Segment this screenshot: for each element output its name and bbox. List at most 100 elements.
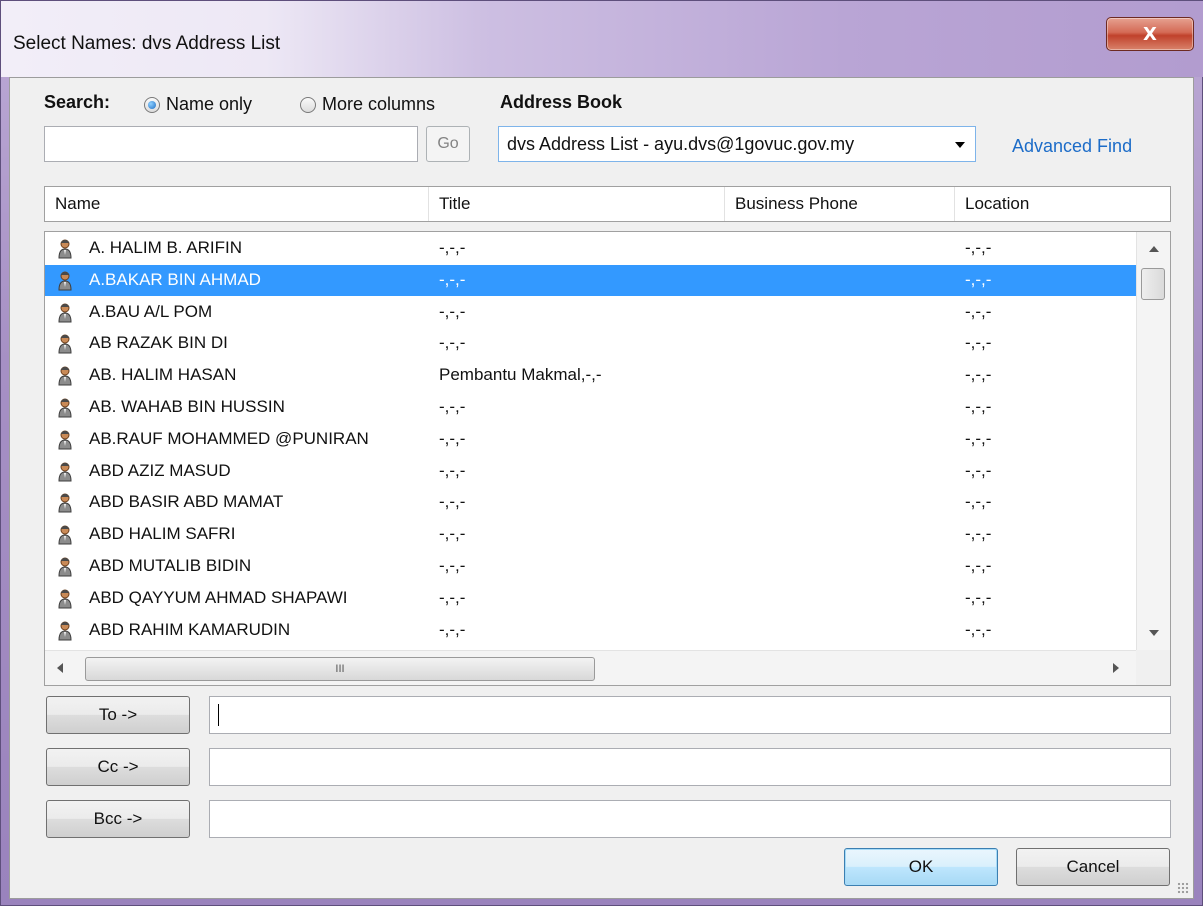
close-icon: X [1143, 23, 1157, 45]
table-row[interactable]: A.BAKAR BIN AHMAD -,-,- -,-,- [45, 264, 1136, 296]
row-name: ABD BASIR ABD MAMAT [89, 492, 284, 512]
row-name: ABD RAHIM KAMARUDIN [89, 619, 291, 639]
table-row[interactable]: A.BAU A/L POM -,-,- -,-,- [45, 297, 1136, 328]
row-location: -,-,- [965, 619, 992, 639]
row-location: -,-,- [965, 397, 992, 416]
search-label: Search: [44, 92, 111, 112]
table-row[interactable]: ABD AZIZ MASUD -,-,- -,-,- [45, 456, 1136, 487]
radio-dot-icon [300, 96, 316, 113]
address-book-label: Address Book [500, 92, 623, 112]
search-input[interactable] [44, 126, 418, 162]
table-row[interactable]: ABD BASIR ABD MAMAT -,-,- -,-,- [45, 487, 1136, 518]
row-location: -,-,- [965, 365, 992, 385]
row-title: Pembantu Makmal,-,- [439, 365, 602, 385]
table-row[interactable]: A. HALIM B. ARIFIN -,-,- -,-,- [45, 233, 1136, 264]
to-field[interactable] [209, 696, 1171, 734]
radio-more-columns[interactable]: More columns [300, 94, 435, 115]
row-location: -,-,- [965, 460, 992, 480]
cc-field[interactable] [209, 748, 1171, 786]
vertical-scroll-thumb[interactable] [1141, 268, 1165, 300]
row-title: -,-,- [439, 397, 466, 416]
row-name: ABD MUTALIB BIDIN [89, 556, 252, 575]
row-location: -,-,- [965, 428, 992, 448]
title-bar: Select Names: dvs Address List X [1, 1, 1203, 77]
column-header-title[interactable]: Title [429, 187, 725, 221]
person-icon [58, 525, 72, 545]
go-button[interactable]: Go [426, 126, 470, 162]
row-title: -,-,- [439, 524, 466, 544]
row-name: AB RAZAK BIN DI [89, 333, 228, 353]
radio-name-only-label: Name only [166, 94, 253, 114]
row-title: -,-,- [439, 269, 466, 289]
row-name: ABD AZIZ MASUD [89, 460, 231, 480]
row-title: -,-,- [439, 619, 466, 639]
person-icon [58, 621, 72, 641]
resize-grip-icon[interactable] [1177, 882, 1189, 894]
column-header-business-phone[interactable]: Business Phone [725, 187, 955, 221]
radio-dot-icon [144, 96, 160, 113]
vertical-scrollbar[interactable] [1136, 232, 1170, 650]
address-book-selected: dvs Address List - ayu.dvs@1govuc.gov.my [507, 133, 855, 154]
table-row[interactable]: ABD HALIM SAFRI -,-,- -,-,- [45, 519, 1136, 550]
row-title: -,-,- [439, 428, 466, 448]
row-name: ABD QAYYUM AHMAD SHAPAWI [89, 587, 348, 607]
table-row[interactable]: AB.RAUF MOHAMMED @PUNIRAN -,-,- -,-,- [45, 424, 1136, 455]
cc-button[interactable]: Cc -> [46, 748, 190, 786]
row-name: A. HALIM B. ARIFIN [89, 238, 243, 257]
text-caret [218, 704, 219, 726]
cancel-button[interactable]: Cancel [1016, 848, 1170, 886]
column-header-name[interactable]: Name [45, 187, 429, 221]
dialog-window: Select Names: dvs Address List X Search:… [0, 0, 1203, 906]
address-book-dropdown[interactable]: dvs Address List - ayu.dvs@1govuc.gov.my [498, 126, 976, 162]
advanced-find-link[interactable]: Advanced Find [1012, 136, 1132, 157]
bcc-field[interactable] [209, 800, 1171, 838]
person-icon [58, 239, 72, 259]
scroll-left-icon[interactable] [57, 663, 63, 673]
row-location: -,-,- [965, 524, 992, 544]
row-location: -,-,- [965, 333, 992, 353]
window-title: Select Names: dvs Address List [13, 33, 281, 54]
table-row[interactable]: AB. HALIM HASAN Pembantu Makmal,-,- -,-,- [45, 360, 1136, 391]
row-location: -,-,- [965, 301, 992, 321]
scroll-up-icon[interactable] [1149, 246, 1159, 252]
row-name: ABD HALIM SAFRI [89, 524, 236, 544]
person-icon [58, 462, 72, 482]
scroll-right-icon[interactable] [1113, 663, 1119, 673]
row-title: -,-,- [439, 333, 466, 353]
table-row[interactable]: AB. WAHAB BIN HUSSIN -,-,- -,-,- [45, 392, 1136, 423]
table-row[interactable]: ABD RAHIM KAMARUDIN -,-,- -,-,- [45, 615, 1136, 646]
person-icon [58, 271, 72, 291]
person-icon [58, 366, 72, 386]
table-row[interactable]: ABD QAYYUM AHMAD SHAPAWI -,-,- -,-,- [45, 583, 1136, 614]
row-title: -,-,- [439, 587, 466, 607]
scrollbar-corner [1136, 650, 1170, 685]
person-icon [58, 493, 72, 513]
dialog-client-area: Search: Name only More columns Address B… [9, 77, 1194, 899]
radio-name-only[interactable]: Name only [144, 94, 252, 115]
row-location: -,-,- [965, 556, 992, 575]
horizontal-scrollbar[interactable]: III [45, 650, 1136, 685]
row-name: A.BAU A/L POM [89, 301, 213, 321]
row-title: -,-,- [439, 238, 466, 257]
row-location: -,-,- [965, 269, 992, 289]
column-header-location[interactable]: Location [955, 187, 1170, 221]
row-name: A.BAKAR BIN AHMAD [89, 269, 261, 289]
row-title: -,-,- [439, 556, 466, 575]
row-name: AB. HALIM HASAN [89, 365, 237, 385]
person-icon [58, 430, 72, 450]
row-title: -,-,- [439, 301, 466, 321]
bcc-button[interactable]: Bcc -> [46, 800, 190, 838]
horizontal-scroll-thumb[interactable]: III [85, 657, 595, 681]
close-button[interactable]: X [1106, 17, 1194, 51]
table-row[interactable]: ABD MUTALIB BIDIN -,-,- -,-,- [45, 551, 1136, 582]
scroll-down-icon[interactable] [1149, 630, 1159, 636]
person-icon [58, 398, 72, 418]
to-button[interactable]: To -> [46, 696, 190, 734]
dropdown-arrow-icon [955, 142, 965, 148]
row-location: -,-,- [965, 587, 992, 607]
row-location: -,-,- [965, 492, 992, 512]
row-name: AB. WAHAB BIN HUSSIN [89, 397, 285, 416]
table-row[interactable]: AB RAZAK BIN DI -,-,- -,-,- [45, 328, 1136, 359]
row-title: -,-,- [439, 460, 466, 480]
ok-button[interactable]: OK [844, 848, 998, 886]
